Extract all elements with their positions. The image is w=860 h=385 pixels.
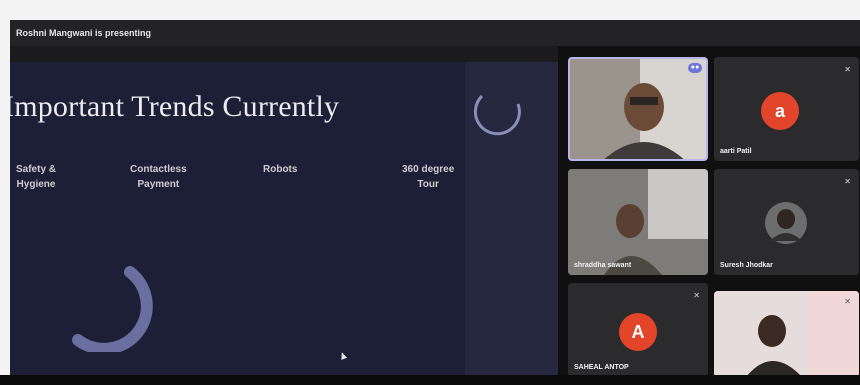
participant-name: Suresh Jhodkar xyxy=(720,262,773,269)
decorative-ring-icon xyxy=(473,94,521,136)
mic-muted-icon: ✕ xyxy=(693,291,700,300)
bottom-bar xyxy=(0,375,860,385)
participant-tile-2[interactable]: ✕ a aarti Patil xyxy=(714,57,859,161)
participant-video xyxy=(568,169,708,275)
mic-muted-icon: ✕ xyxy=(844,65,851,74)
pin-icon[interactable]: ●● xyxy=(688,63,702,73)
mic-muted-icon: ✕ xyxy=(844,177,851,186)
avatar-initial: A xyxy=(619,313,657,351)
participant-tile-5[interactable]: ✕ A SAHEAL ANTOP xyxy=(568,283,708,377)
participant-tile-6[interactable]: ✕ xyxy=(714,291,859,377)
trend-safety-hygiene: Safety & Hygiene xyxy=(16,164,57,190)
trend-360-tour: 360 degree Tour xyxy=(402,164,455,190)
participant-tile-3[interactable]: shraddha sawant xyxy=(568,169,708,275)
participant-video xyxy=(714,291,859,377)
participant-name: aarti Patil xyxy=(720,148,752,155)
avatar-photo xyxy=(765,202,807,244)
participant-name: shraddha sawant xyxy=(574,262,632,269)
trend-contactless-payment: Contactless Payment xyxy=(130,164,187,190)
mouse-cursor-icon xyxy=(338,351,348,360)
trend-robots: Robots xyxy=(263,164,298,175)
presenter-banner: Roshni Mangwani is presenting xyxy=(10,20,860,46)
meeting-window: Roshni Mangwani is presenting Important … xyxy=(10,20,860,377)
decorative-arc-icon xyxy=(72,266,153,352)
participants-panel: ●● ✕ a aarti Patil shraddha sawant ✕ Sur… xyxy=(558,46,860,377)
mic-muted-icon: ✕ xyxy=(844,297,851,306)
participant-name: SAHEAL ANTOP xyxy=(574,364,629,371)
participant-video xyxy=(570,59,706,159)
avatar-initial: a xyxy=(761,92,799,130)
participant-tile-4[interactable]: ✕ Suresh Jhodkar xyxy=(714,169,859,275)
shared-slide: Important Trends Currently Safety & Hygi… xyxy=(10,62,558,377)
participant-tile-1[interactable]: ●● xyxy=(568,57,708,161)
slide-title: Important Trends Currently xyxy=(10,90,340,123)
